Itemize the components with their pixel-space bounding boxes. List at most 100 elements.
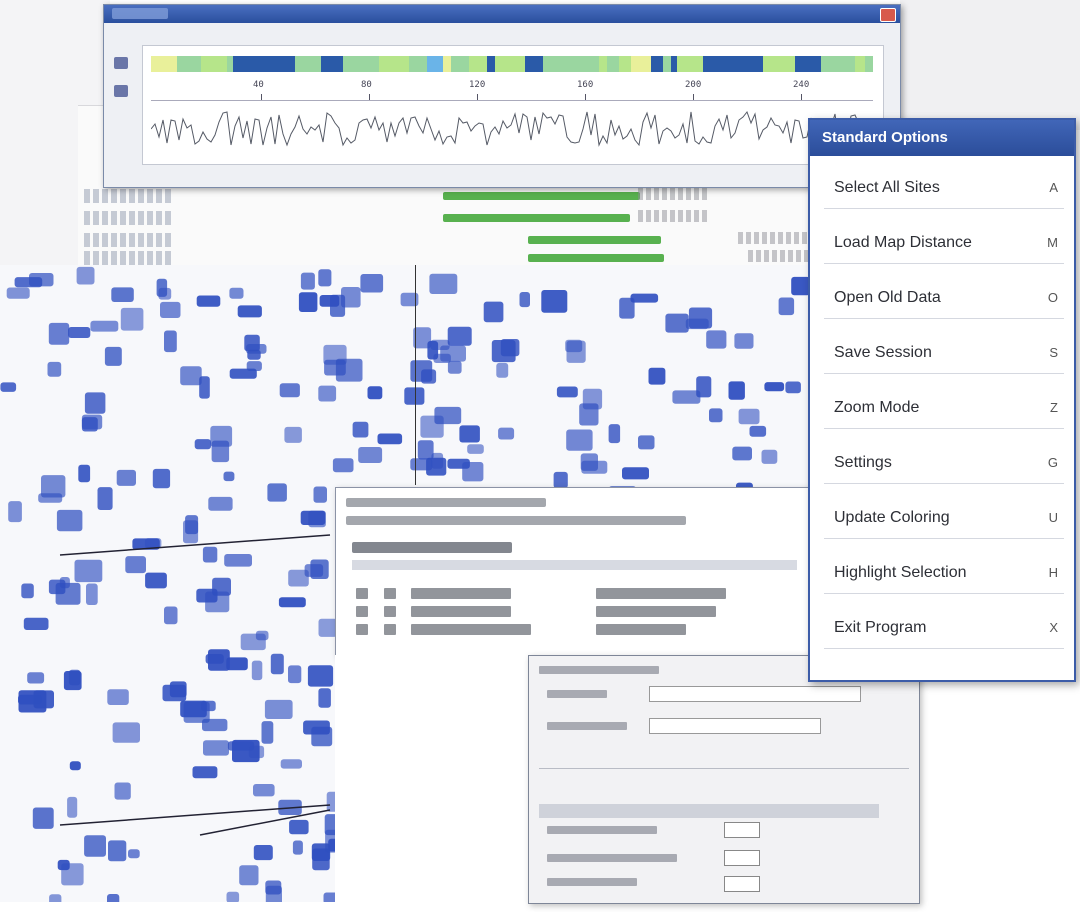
scatter-point xyxy=(32,807,54,829)
scatter-point xyxy=(496,362,509,378)
sequence-row[interactable] xyxy=(78,186,818,208)
scatter-point xyxy=(319,295,340,307)
alignment-titlebar[interactable] xyxy=(104,5,900,23)
ruler-tick xyxy=(369,94,370,100)
scatter-point xyxy=(447,326,472,346)
scatter-point xyxy=(97,487,113,510)
menu-item[interactable]: Settings G xyxy=(824,443,1064,484)
dialog-blank-area xyxy=(335,655,528,902)
options-section-header xyxy=(539,804,879,818)
scatter-point xyxy=(289,819,309,835)
scatter-point xyxy=(738,408,760,425)
dialog-subheading xyxy=(352,542,512,553)
scatter-point xyxy=(261,721,274,744)
alignment-panel[interactable]: 40 80 120 160 200 240 xyxy=(142,45,884,165)
menu-item[interactable]: Save Session S xyxy=(824,333,1064,374)
menu-item[interactable]: Load Map Distance M xyxy=(824,223,1064,264)
scatter-point xyxy=(253,784,275,797)
track-segment xyxy=(443,56,451,72)
scatter-point xyxy=(500,339,520,357)
scatter-point xyxy=(498,427,515,440)
scatter-point xyxy=(211,440,230,463)
ruler-tick xyxy=(693,94,694,100)
menu-item-label: Settings xyxy=(834,454,892,471)
menu-item[interactable]: Update Coloring U xyxy=(824,498,1064,539)
scatter-point xyxy=(169,681,187,698)
toolbar-icon[interactable] xyxy=(114,85,128,97)
track-segment xyxy=(379,56,389,72)
scatter-point xyxy=(467,444,484,454)
sequence-row[interactable] xyxy=(78,208,818,230)
scatter-point xyxy=(447,360,462,374)
scatter-point xyxy=(104,346,122,366)
table-row[interactable] xyxy=(356,588,736,600)
option-checkbox[interactable] xyxy=(724,850,760,866)
scatter-point xyxy=(300,272,315,290)
track-segment xyxy=(427,56,443,72)
context-menu[interactable]: Standard Options Select All Sites A Load M… xyxy=(808,118,1076,682)
scatter-point xyxy=(128,849,140,859)
scatter-point xyxy=(56,509,83,532)
scatter-point xyxy=(709,408,723,423)
track-segment xyxy=(277,56,287,72)
option-input[interactable] xyxy=(649,718,821,734)
track-segment xyxy=(525,56,543,72)
scatter-point xyxy=(429,273,458,294)
menu-title: Standard Options xyxy=(810,120,1074,156)
menu-item[interactable]: Exit Program X xyxy=(824,608,1064,649)
scatter-point xyxy=(232,739,260,763)
menu-item-shortcut: U xyxy=(1048,510,1058,525)
alignment-window[interactable]: 40 80 120 160 200 240 xyxy=(103,4,901,188)
scatter-point xyxy=(565,339,583,353)
scatter-point xyxy=(706,330,727,349)
menu-item-shortcut: S xyxy=(1049,345,1058,360)
field-label xyxy=(547,854,677,862)
scatter-point xyxy=(280,759,302,769)
table-row[interactable] xyxy=(356,624,736,636)
track-segment xyxy=(855,56,865,72)
track-segment xyxy=(409,56,427,72)
scatter-point xyxy=(48,579,66,595)
scatter-point xyxy=(47,361,62,377)
option-checkbox[interactable] xyxy=(724,822,760,838)
scatter-point xyxy=(33,690,54,709)
scatter-point xyxy=(734,333,754,349)
close-button[interactable] xyxy=(880,8,896,22)
options-dialog[interactable] xyxy=(528,655,920,904)
menu-item[interactable]: Select All Sites A xyxy=(824,168,1064,209)
scatter-point xyxy=(107,689,129,705)
option-checkbox[interactable] xyxy=(724,876,760,892)
menu-item-label: Exit Program xyxy=(834,619,927,636)
track-segment xyxy=(821,56,837,72)
properties-dialog[interactable] xyxy=(335,487,812,657)
track-segment xyxy=(321,56,329,72)
menu-item-label: Load Map Distance xyxy=(834,234,972,251)
track-segment xyxy=(487,56,495,72)
track-segment xyxy=(795,56,821,72)
toolbar-icon[interactable] xyxy=(114,57,128,69)
ruler-tick xyxy=(477,94,478,100)
scatter-point xyxy=(377,433,403,445)
track-segment xyxy=(359,56,379,72)
scatter-point xyxy=(223,471,235,482)
position-ruler: 40 80 120 160 200 240 xyxy=(151,80,873,101)
sequence-bar xyxy=(443,214,630,222)
scatter-point xyxy=(622,467,649,480)
menu-item[interactable]: Highlight Selection H xyxy=(824,553,1064,594)
menu-item[interactable]: Zoom Mode Z xyxy=(824,388,1064,429)
scatter-point xyxy=(267,483,287,502)
scatter-point xyxy=(638,435,655,450)
scatter-point xyxy=(581,460,608,474)
option-input[interactable] xyxy=(649,686,861,702)
scatter-point xyxy=(335,358,363,382)
sequence-value xyxy=(638,210,708,222)
track-segment xyxy=(865,56,873,72)
scatter-point xyxy=(519,292,530,308)
scatter-point xyxy=(57,859,70,871)
ruler-tick xyxy=(261,94,262,100)
scatter-point xyxy=(264,699,293,719)
menu-item[interactable]: Open Old Data O xyxy=(824,278,1064,319)
scatter-point xyxy=(76,266,95,285)
track-segment xyxy=(651,56,663,72)
table-row[interactable] xyxy=(356,606,736,618)
